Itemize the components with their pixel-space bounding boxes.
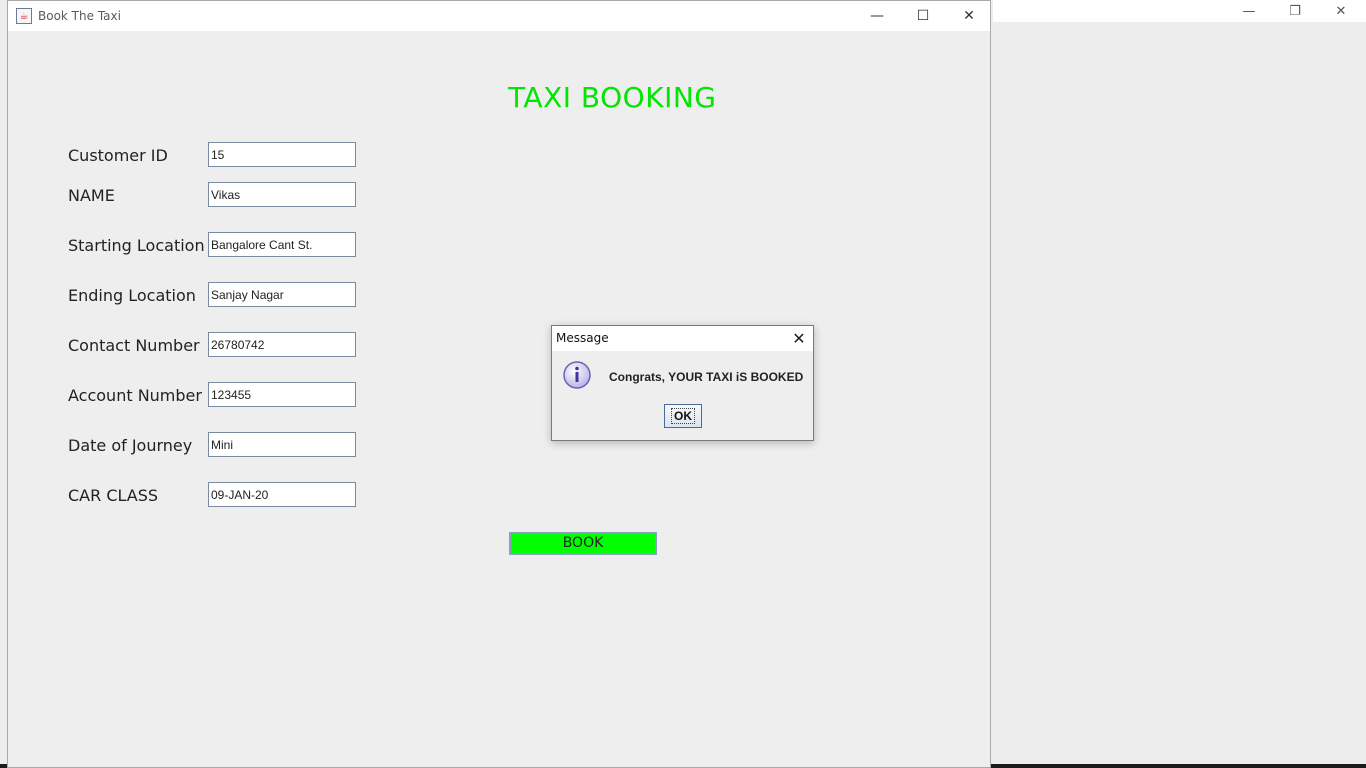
contact-number-field[interactable] bbox=[208, 332, 356, 357]
dialog-titlebar: Message ✕ bbox=[552, 326, 813, 351]
name-label: NAME bbox=[68, 186, 115, 205]
window-titlebar: ☕ Book The Taxi — ☐ ✕ bbox=[8, 1, 990, 31]
starting-location-field[interactable] bbox=[208, 232, 356, 257]
background-window-titlebar: — ❐ ✕ bbox=[993, 0, 1366, 22]
book-taxi-window: ☕ Book The Taxi — ☐ ✕ TAXI BOOKING Custo… bbox=[7, 0, 991, 768]
name-field[interactable] bbox=[208, 182, 356, 207]
java-app-icon: ☕ bbox=[16, 8, 32, 24]
book-button[interactable]: BOOK bbox=[509, 532, 657, 555]
dialog-title: Message bbox=[556, 331, 609, 345]
account-number-label: Account Number bbox=[68, 386, 202, 405]
background-minimize-button[interactable]: — bbox=[1227, 0, 1271, 22]
car-class-field[interactable] bbox=[208, 482, 356, 507]
info-icon bbox=[563, 361, 591, 389]
ending-location-field[interactable] bbox=[208, 282, 356, 307]
message-dialog: Message ✕ Congrats, YOUR TAXI iS BOOKED … bbox=[551, 325, 814, 441]
ending-location-label: Ending Location bbox=[68, 286, 196, 305]
car-class-label: CAR CLASS bbox=[68, 486, 159, 505]
contact-number-label: Contact Number bbox=[68, 336, 200, 355]
date-of-journey-label: Date of Journey bbox=[68, 436, 193, 455]
starting-location-label: Starting Location bbox=[68, 236, 205, 255]
dialog-close-button[interactable]: ✕ bbox=[789, 328, 809, 348]
window-title: Book The Taxi bbox=[38, 9, 121, 23]
background-restore-button[interactable]: ❐ bbox=[1273, 0, 1317, 22]
date-of-journey-field[interactable] bbox=[208, 432, 356, 457]
customer-id-field[interactable] bbox=[208, 142, 356, 167]
ok-button-label: OK bbox=[671, 408, 695, 424]
minimize-button[interactable]: — bbox=[854, 1, 900, 31]
account-number-field[interactable] bbox=[208, 382, 356, 407]
maximize-button[interactable]: ☐ bbox=[900, 1, 946, 31]
customer-id-label: Customer ID bbox=[68, 146, 168, 165]
ok-button[interactable]: OK bbox=[664, 404, 702, 428]
background-close-button[interactable]: ✕ bbox=[1319, 0, 1363, 22]
dialog-message: Congrats, YOUR TAXI iS BOOKED bbox=[609, 370, 804, 384]
page-title: TAXI BOOKING bbox=[508, 81, 717, 114]
close-button[interactable]: ✕ bbox=[946, 1, 992, 31]
